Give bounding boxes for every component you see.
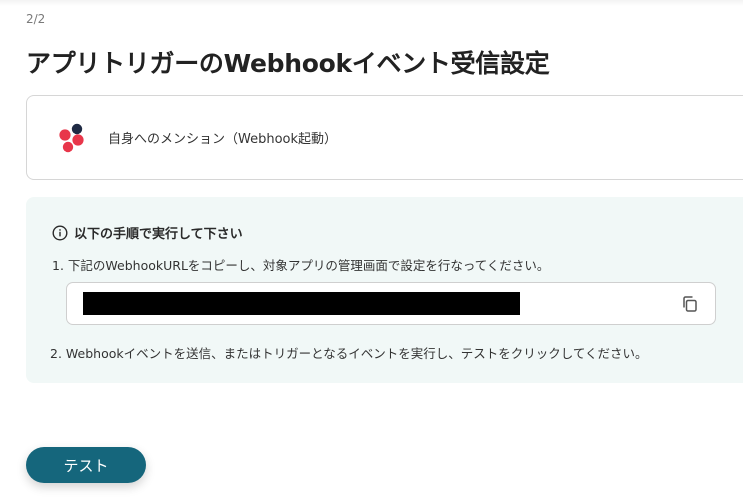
instructions-heading-text: 以下の手順で実行して下さい xyxy=(74,227,243,242)
page-title: アプリトリガーのWebhookイベント受信設定 xyxy=(26,49,550,78)
top-shadow xyxy=(0,0,743,6)
instruction-step-2: 2. Webhookイベントを送信、またはトリガーとなるイベントを実行し、テスト… xyxy=(50,346,648,361)
info-circle-icon xyxy=(52,224,68,241)
instruction-step-1: 1. 下記のWebhookURLをコピーし、対象アプリの管理画面で設定を行なって… xyxy=(52,258,550,273)
step-indicator: 2/2 xyxy=(26,12,46,26)
webhook-url-field[interactable] xyxy=(66,282,716,325)
webhook-url-value[interactable] xyxy=(83,292,520,315)
test-button[interactable]: テスト xyxy=(26,447,146,483)
app-trigger-label: 自身へのメンション（Webhook起動） xyxy=(108,132,338,147)
yoom-app-logo-icon xyxy=(59,123,84,153)
app-trigger-card: 自身へのメンション（Webhook起動） xyxy=(26,95,743,180)
instructions-heading: 以下の手順で実行して下さい xyxy=(52,223,243,242)
copy-icon[interactable] xyxy=(681,295,699,313)
webhook-settings-page: 2/2 アプリトリガーのWebhookイベント受信設定 自身へのメンション（We… xyxy=(0,0,743,497)
instructions-panel: 以下の手順で実行して下さい 1. 下記のWebhookURLをコピーし、対象アプ… xyxy=(26,197,743,383)
